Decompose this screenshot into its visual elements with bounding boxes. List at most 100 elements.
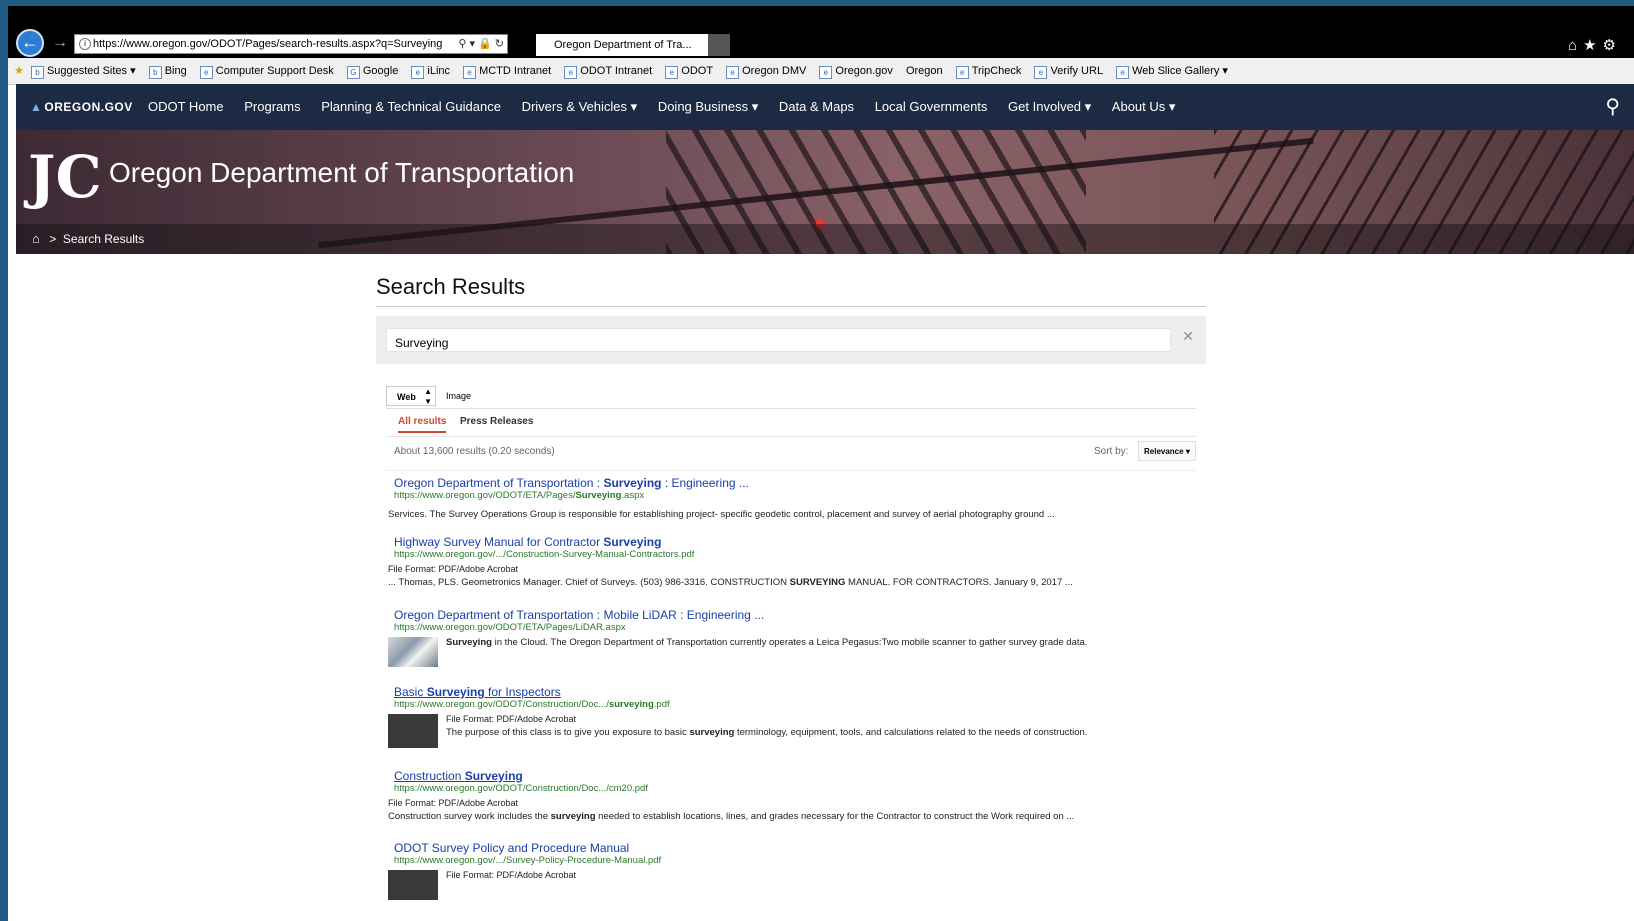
spinner-arrows-icon[interactable]: ▲ ▼ [424, 387, 432, 407]
nav-local-governments[interactable]: Local Governments [875, 84, 988, 130]
site-nav: ▲ OREGON.GOV ODOT Home Programs Planning … [16, 84, 1634, 130]
fav-bing[interactable]: b Bing [148, 58, 187, 84]
result-thumbnail[interactable] [388, 870, 438, 900]
agency-name: Oregon Department of Transportation [109, 157, 575, 188]
nav-about-us[interactable]: About Us ▾ [1112, 84, 1176, 130]
google-icon: G [346, 66, 360, 79]
nav-doing-business[interactable]: Doing Business ▾ [658, 84, 758, 130]
search-result: Oregon Department of Transportation : Su… [388, 476, 1188, 520]
breadcrumb-current: Search Results [62, 232, 145, 246]
clear-search-icon[interactable]: ✕ [1182, 328, 1194, 345]
forward-arrow-icon[interactable]: → [52, 34, 68, 52]
fav-oregon[interactable]: Oregon [906, 58, 943, 84]
search-result: Oregon Department of Transportation : Mo… [388, 608, 1188, 667]
address-bar[interactable]: i https://www.oregon.gov/ODOT/Pages/sear… [74, 34, 508, 54]
page-icon: e [955, 66, 969, 79]
result-title-link[interactable]: Oregon Department of Transportation : Mo… [394, 608, 1188, 622]
result-snippet: Construction survey work includes the su… [388, 811, 1075, 822]
result-title-link[interactable]: Oregon Department of Transportation : Su… [394, 476, 1188, 490]
home-favorites-settings-icon[interactable]: ⌂★⚙ [1568, 36, 1622, 54]
page-icon: e [726, 66, 740, 79]
tab-all-results[interactable]: All results [398, 416, 447, 433]
page-icon: b [148, 66, 162, 79]
result-url: https://www.oregon.gov/.../Construction-… [394, 549, 695, 560]
favorites-star-icon[interactable]: ★ [14, 65, 24, 77]
search-result: ODOT Survey Policy and Procedure Manual … [388, 841, 1188, 900]
result-url: https://www.oregon.gov/ODOT/Construction… [394, 783, 648, 794]
browser-window: ← → i https://www.oregon.gov/ODOT/Pages/… [8, 6, 1634, 921]
browser-toolbar: ← → i https://www.oregon.gov/ODOT/Pages/… [8, 6, 1634, 58]
result-body: Surveying in the Cloud. The Oregon Depar… [388, 637, 1188, 667]
divider [376, 306, 1206, 307]
result-tabs: All results Press Releases [386, 414, 1196, 437]
address-text[interactable]: https://www.oregon.gov/ODOT/Pages/search… [93, 38, 442, 50]
nav-odot-home[interactable]: ODOT Home [148, 84, 224, 130]
fav-tripcheck[interactable]: e TripCheck [955, 58, 1021, 84]
page-icon: e [1034, 66, 1048, 79]
page-icon: e [564, 66, 578, 79]
result-url: https://www.oregon.gov/ODOT/ETA/Pages/Su… [394, 490, 645, 501]
result-url: https://www.oregon.gov/ODOT/ETA/Pages/Li… [394, 622, 626, 633]
result-url: https://www.oregon.gov/ODOT/Construction… [394, 699, 670, 710]
search-result: Basic Surveying for Inspectors https://w… [388, 685, 1188, 750]
result-body: File Format: PDF/Adobe Acrobat [388, 870, 1188, 900]
result-snippet: Surveying in the Cloud. The Oregon Depar… [446, 637, 1088, 648]
search-type-select[interactable]: Web ▲ ▼ [386, 386, 436, 406]
search-refresh-icon[interactable]: ⚲ ▾ 🔒 ↻ [458, 35, 504, 53]
search-result: Construction Surveying https://www.orego… [388, 769, 1188, 822]
result-file-format: File Format: PDF/Adobe Acrobat [388, 798, 519, 808]
result-file-format: File Format: PDF/Adobe Acrobat [388, 564, 519, 574]
info-icon: i [79, 38, 91, 50]
fav-computer-support-desk[interactable]: e Computer Support Desk [199, 58, 334, 84]
result-body: File Format: PDF/Adobe Acrobat The purpo… [388, 714, 1188, 750]
fav-odot[interactable]: e ODOT [665, 58, 713, 84]
back-arrow-icon[interactable]: ← [16, 29, 44, 57]
result-title-link[interactable]: ODOT Survey Policy and Procedure Manual [394, 841, 1188, 855]
divider [386, 470, 1196, 471]
search-input[interactable]: Surveying [386, 328, 1171, 352]
page-icon: e [463, 66, 477, 79]
result-thumbnail[interactable] [388, 714, 438, 748]
browser-tab[interactable]: Oregon Department of Tra... ✕ [536, 34, 726, 56]
oregon-gov-logo[interactable]: ▲ OREGON.GOV [30, 84, 133, 130]
nav-programs[interactable]: Programs [244, 84, 300, 130]
page-icon: e [819, 66, 833, 79]
odot-logo-icon[interactable]: JC [28, 148, 102, 206]
fav-verify-url[interactable]: e Verify URL [1034, 58, 1103, 84]
sort-select[interactable]: Relevance ▾ [1138, 441, 1196, 461]
page-icon: e [1116, 66, 1130, 79]
result-title-link[interactable]: Highway Survey Manual for Contractor Sur… [394, 535, 1188, 549]
home-icon[interactable]: ⌂ [32, 231, 40, 246]
fav-oregon-dmv[interactable]: e Oregon DMV [726, 58, 806, 84]
tab-press-releases[interactable]: Press Releases [460, 416, 533, 427]
result-title-link[interactable]: Construction Surveying [394, 769, 1188, 783]
fav-oregon-gov[interactable]: e Oregon.gov [819, 58, 893, 84]
fav-google[interactable]: G Google [346, 58, 398, 84]
result-title-link[interactable]: Basic Surveying for Inspectors [394, 685, 1188, 699]
fav-mctd-intranet[interactable]: e MCTD Intranet [463, 58, 551, 84]
page-title: Search Results [376, 274, 526, 299]
search-result: Highway Survey Manual for Contractor Sur… [388, 535, 1188, 588]
fav-odot-intranet[interactable]: e ODOT Intranet [564, 58, 652, 84]
page-icon: b [30, 66, 44, 79]
nav-drivers-vehicles[interactable]: Drivers & Vehicles ▾ [522, 84, 638, 130]
result-file-format: File Format: PDF/Adobe Acrobat [446, 870, 577, 880]
search-panel: Surveying ✕ [376, 316, 1206, 364]
sort-label: Sort by: [1094, 446, 1129, 457]
page-icon: e [199, 66, 213, 79]
breadcrumb: ⌂ > Search Results [16, 224, 1634, 254]
new-tab-button[interactable] [708, 34, 730, 56]
search-icon[interactable]: ⚲ [1605, 84, 1620, 130]
image-search-option[interactable]: Image [446, 386, 471, 406]
result-snippet: Services. The Survey Operations Group is… [388, 509, 1055, 520]
search-type-bar: Web ▲ ▼ Image [386, 386, 1196, 409]
result-file-format: File Format: PDF/Adobe Acrobat [446, 714, 577, 724]
result-thumbnail[interactable] [388, 637, 438, 667]
favorites-bar: ★ b Suggested Sites ▾ b Bing e Computer Sup… [8, 58, 1634, 85]
nav-data-maps[interactable]: Data & Maps [779, 84, 854, 130]
fav-suggested-sites[interactable]: b Suggested Sites ▾ [30, 58, 136, 84]
fav-ilinc[interactable]: e iLinc [411, 58, 450, 84]
fav-web-slice-gallery[interactable]: e Web Slice Gallery ▾ [1116, 58, 1228, 84]
nav-planning[interactable]: Planning & Technical Guidance [321, 84, 501, 130]
nav-get-involved[interactable]: Get Involved ▾ [1008, 84, 1091, 130]
